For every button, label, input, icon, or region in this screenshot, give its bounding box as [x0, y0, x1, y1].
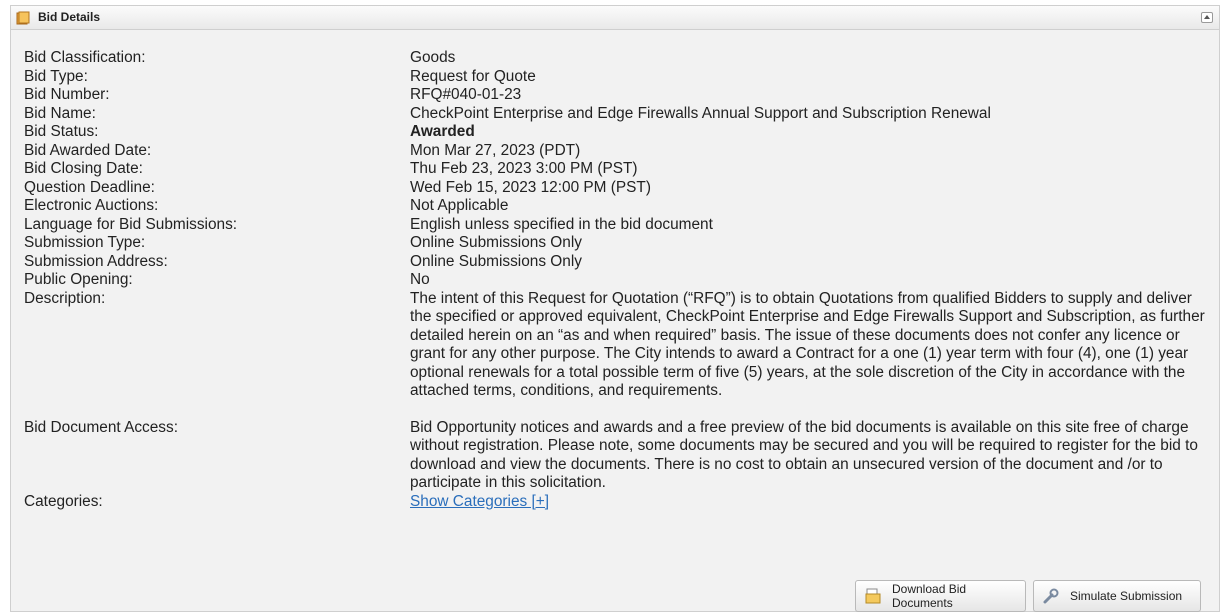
detail-value: Not Applicable: [410, 197, 509, 214]
detail-value: Mon Mar 27, 2023 (PDT): [410, 141, 581, 159]
detail-label: Bid Type:: [24, 67, 88, 85]
detail-row-electronic-auctions: Electronic Auctions: Not Applicable: [24, 197, 1219, 216]
detail-row-classification: Bid Classification: Goods: [24, 49, 1219, 68]
detail-row-closing-date: Bid Closing Date: Thu Feb 23, 2023 3:00 …: [24, 160, 1219, 179]
document-access-text: Bid Opportunity notices and awards and a…: [410, 418, 1198, 492]
detail-label: Electronic Auctions:: [24, 197, 159, 214]
detail-row-submission-type: Submission Type: Online Submissions Only: [24, 234, 1219, 253]
folder-icon: [16, 11, 30, 25]
download-button-label: Download Bid Documents: [892, 582, 967, 610]
detail-label: Question Deadline:: [24, 178, 155, 196]
detail-value: Online Submissions Only: [410, 252, 582, 270]
detail-row-status: Bid Status: Awarded: [24, 123, 1219, 142]
detail-value: Goods: [410, 49, 456, 66]
download-bid-documents-button[interactable]: Download Bid Documents: [855, 580, 1026, 612]
detail-row-categories: Categories: Show Categories [+]: [24, 493, 1219, 512]
detail-label: Bid Number:: [24, 86, 110, 103]
detail-value: Thu Feb 23, 2023 3:00 PM (PST): [410, 160, 638, 177]
detail-label: Bid Name:: [24, 104, 96, 122]
detail-label: Bid Document Access:: [24, 418, 178, 436]
detail-value: RFQ#040-01-23: [410, 86, 522, 103]
panel-title: Bid Details: [38, 10, 101, 24]
detail-row-language: Language for Bid Submissions: English un…: [24, 216, 1219, 235]
detail-value: Wed Feb 15, 2023 12:00 PM (PST): [410, 178, 651, 196]
detail-row-name: Bid Name: CheckPoint Enterprise and Edge…: [24, 105, 1219, 124]
description-text: The intent of this Request for Quotation…: [410, 289, 1205, 400]
detail-value: Online Submissions Only: [410, 234, 582, 251]
bid-details-list: Bid Classification: Goods Bid Type: Requ…: [24, 49, 1219, 511]
detail-label: Categories:: [24, 492, 103, 510]
detail-label: Description:: [24, 289, 106, 307]
detail-row-type: Bid Type: Request for Quote: [24, 68, 1219, 87]
detail-row-question-deadline: Question Deadline: Wed Feb 15, 2023 12:0…: [24, 179, 1219, 198]
detail-label: Bid Classification:: [24, 49, 146, 66]
detail-value: CheckPoint Enterprise and Edge Firewalls…: [410, 104, 991, 122]
detail-row-submission-address: Submission Address: Online Submissions O…: [24, 253, 1219, 272]
detail-label: Public Opening:: [24, 271, 133, 288]
detail-label: Submission Address:: [24, 252, 168, 270]
bid-details-panel: Bid Details Bid Classification: Goods Bi…: [10, 5, 1220, 612]
simulate-button-label: Simulate Submission: [1070, 589, 1183, 603]
detail-row-document-access: Bid Document Access: Bid Opportunity not…: [24, 419, 1219, 493]
wrench-icon: [1043, 588, 1059, 604]
detail-label: Bid Awarded Date:: [24, 141, 152, 159]
detail-row-public-opening: Public Opening: No: [24, 271, 1219, 290]
show-categories-link[interactable]: Show Categories [+]: [410, 493, 549, 510]
detail-row-number: Bid Number: RFQ#040-01-23: [24, 86, 1219, 105]
panel-header: Bid Details: [11, 6, 1219, 30]
detail-value: Request for Quote: [410, 67, 536, 85]
document-icon: [865, 588, 881, 604]
detail-row-awarded-date: Bid Awarded Date: Mon Mar 27, 2023 (PDT): [24, 142, 1219, 161]
detail-row-description: Description: The intent of this Request …: [24, 290, 1219, 401]
status-value: Awarded: [410, 123, 475, 140]
detail-label: Bid Status:: [24, 123, 99, 140]
collapse-icon[interactable]: [1201, 12, 1213, 23]
detail-value: English unless specified in the bid docu…: [410, 215, 713, 233]
detail-label: Submission Type:: [24, 234, 146, 251]
simulate-submission-button[interactable]: Simulate Submission: [1033, 580, 1201, 612]
detail-label: Language for Bid Submissions:: [24, 215, 238, 233]
detail-label: Bid Closing Date:: [24, 160, 143, 177]
detail-value: No: [410, 271, 430, 288]
